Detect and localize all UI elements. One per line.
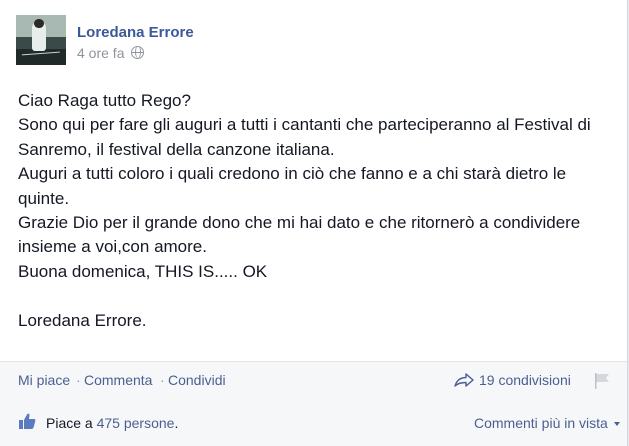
post-line: Ciao Raga tutto Rego? <box>18 91 191 110</box>
likes-count-link[interactable]: 475 persone <box>97 415 175 431</box>
globe-icon[interactable] <box>131 46 145 59</box>
caret-down-icon <box>613 422 620 426</box>
comment-sort-label: Commenti più in vista <box>474 415 608 431</box>
flag-icon[interactable] <box>594 372 610 390</box>
shares-count: 19 condivisioni <box>479 372 571 388</box>
separator: · <box>76 372 81 388</box>
share-button[interactable]: Condividi <box>168 372 226 388</box>
likes-bar: Piace a 475 persone. Commenti più in vis… <box>0 399 627 446</box>
likes-summary: Piace a 475 persone. <box>46 415 178 431</box>
likes-prefix: Piace a <box>46 415 97 431</box>
comment-sort-dropdown[interactable]: Commenti più in vista <box>474 415 620 431</box>
post-meta: 4 ore fa <box>77 45 145 61</box>
post-line: Grazie Dio per il grande dono che mi hai… <box>18 213 581 233</box>
shares-link[interactable]: 19 condivisioni <box>454 372 571 388</box>
post-text: Ciao Raga tutto Rego? Sono qui per fare … <box>18 89 618 333</box>
avatar[interactable] <box>16 15 66 65</box>
post-line: Sono qui per fare gli auguri a tutti i c… <box>18 115 591 135</box>
post-card: Loredana Errore 4 ore fa Ciao Raga tutto… <box>0 0 628 446</box>
share-arrow-icon <box>454 373 474 387</box>
post-line: insieme a voi,con amore. <box>18 237 207 257</box>
comment-button[interactable]: Commenta <box>84 372 152 388</box>
post-line: Sanremo, il festival della canzone itali… <box>18 139 335 159</box>
post-line: Buona domenica, THIS IS..... OK <box>18 261 268 281</box>
post-signature: Loredana Errore. <box>18 310 147 330</box>
separator: · <box>160 372 165 388</box>
thumbs-up-icon[interactable] <box>18 412 36 430</box>
post-time[interactable]: 4 ore fa <box>77 45 124 61</box>
likes-suffix: . <box>174 415 179 431</box>
action-bar: Mi piace · Commenta · Condividi 19 condi… <box>0 361 627 400</box>
post-line: Auguri a tutti coloro i quali credono in… <box>18 164 567 184</box>
author-name[interactable]: Loredana Errore <box>77 24 194 41</box>
like-button[interactable]: Mi piace <box>18 372 70 388</box>
post-line: quinte. <box>18 188 70 208</box>
